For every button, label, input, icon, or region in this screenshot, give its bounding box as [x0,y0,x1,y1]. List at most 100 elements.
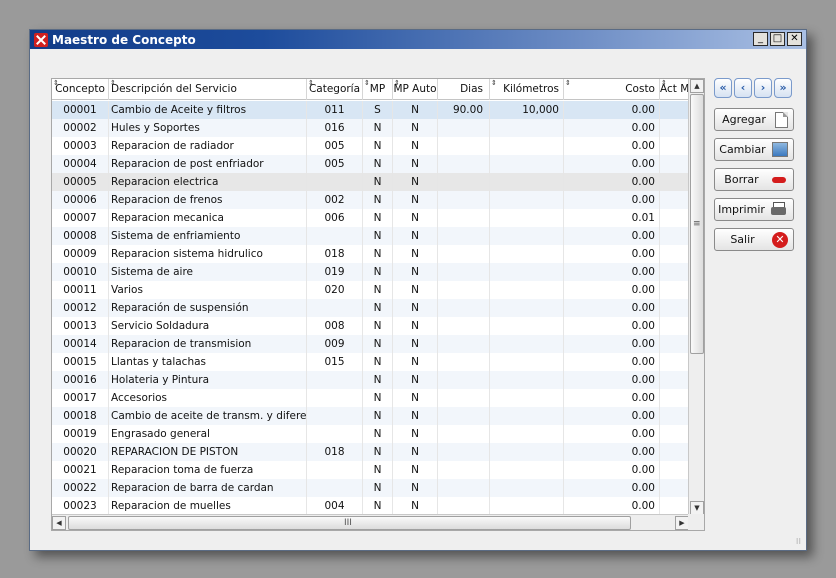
column-header-concepto[interactable]: ⇕ Concepto [52,79,109,100]
delete-button[interactable]: Borrar [714,168,794,191]
column-header-label: Concepto [55,83,105,95]
title-bar[interactable]: Maestro de Concepto _ □ ✕ [30,30,806,49]
cell-act-m [660,389,689,407]
table-row[interactable]: 00015 Llantas y talachas 015 N N 0.00 [52,353,689,371]
first-record-icon[interactable]: « [714,78,732,98]
column-header-categoria[interactable]: ⇕ Categoría [307,79,363,100]
cell-act-m [660,191,689,209]
cell-mp: N [363,155,393,173]
next-record-icon[interactable]: › [754,78,772,98]
horizontal-scroll-thumb[interactable]: III [68,516,631,530]
vertical-scroll-thumb[interactable]: ≡ [690,94,704,354]
cell-concepto: 00017 [52,389,109,407]
table-row[interactable]: 00004 Reparacion de post enfriador 005 N N 0.… [52,155,689,173]
table-row[interactable]: 00006 Reparacion de frenos 002 N N 0.00 [52,191,689,209]
concept-grid[interactable]: ⇕ Concepto ⇕ Descripción del Servicio ⇕ Categ… [51,78,705,531]
cell-concepto: 00013 [52,317,109,335]
cell-dias [438,353,490,371]
cell-kilometros [490,245,564,263]
printer-icon [770,201,788,218]
column-header-kilometros[interactable]: ⇕ Kilómetros [490,79,564,100]
table-row[interactable]: 00018 Cambio de aceite de transm. y difer… [52,407,689,425]
table-row[interactable]: 00012 Reparación de suspensión N N 0.00 [52,299,689,317]
cell-kilometros [490,317,564,335]
table-row[interactable]: 00019 Engrasado general N N 0.00 [52,425,689,443]
cell-costo: 0.00 [564,119,660,137]
table-row[interactable]: 00010 Sistema de aire 019 N N 0.00 [52,263,689,281]
column-header-mp[interactable]: ⇕ MP [363,79,393,100]
cell-kilometros [490,119,564,137]
vertical-scrollbar[interactable]: ▲ ≡ ▼ [688,79,704,515]
cell-dias [438,299,490,317]
grid-header: ⇕ Concepto ⇕ Descripción del Servicio ⇕ Categ… [52,79,689,100]
cell-mp: N [363,353,393,371]
cell-act-m [660,299,689,317]
horizontal-scrollbar[interactable]: ◀ III ▶ [52,514,689,530]
cell-costo: 0.00 [564,281,660,299]
table-row[interactable]: 00016 Holateria y Pintura N N 0.00 [52,371,689,389]
cell-concepto: 00021 [52,461,109,479]
cell-costo: 0.00 [564,425,660,443]
print-button[interactable]: Imprimir [714,198,794,221]
delete-button-label: Borrar [724,173,759,186]
table-row[interactable]: 00021 Reparacion toma de fuerza N N 0.00 [52,461,689,479]
sort-arrows-icon: ⇕ [394,79,400,87]
table-row[interactable]: 00020 REPARACION DE PISTON 018 N N 0.00 [52,443,689,461]
cell-costo: 0.00 [564,245,660,263]
cell-categoria [307,371,363,389]
table-row[interactable]: 00023 Reparacion de muelles 004 N N 0.00 [52,497,689,515]
add-button[interactable]: Agregar [714,108,794,131]
scroll-down-icon[interactable]: ▼ [690,501,704,515]
cell-descripcion: Reparacion mecanica [109,209,307,227]
scroll-right-icon[interactable]: ▶ [675,516,689,530]
scroll-left-icon[interactable]: ◀ [52,516,66,530]
column-header-act-m[interactable]: ⇕ Act M [660,79,689,100]
close-button[interactable]: ✕ [787,32,802,46]
scroll-corner [688,514,704,530]
column-header-mp-auto[interactable]: ⇕ MP Auto [393,79,438,100]
table-row[interactable]: 00009 Reparacion sistema hidrulico 018 N N 0.… [52,245,689,263]
exit-button[interactable]: Salir ✕ [714,228,794,251]
sort-arrows-icon: ⇕ [364,79,370,87]
column-header-costo[interactable]: ⇕ Costo [564,79,660,100]
cell-act-m [660,227,689,245]
cell-costo: 0.00 [564,263,660,281]
cell-act-m [660,209,689,227]
edit-button[interactable]: Cambiar [714,138,794,161]
column-header-dias[interactable]: Dias [438,79,490,100]
table-row[interactable]: 00008 Sistema de enfriamiento N N 0.00 [52,227,689,245]
table-row[interactable]: 00005 Reparacion electrica N N 0.00 [52,173,689,191]
column-header-label: Costo [625,83,655,95]
table-row[interactable]: 00003 Reparacion de radiador 005 N N 0.00 [52,137,689,155]
cell-kilometros [490,371,564,389]
cell-concepto: 00012 [52,299,109,317]
table-row[interactable]: 00022 Reparacion de barra de cardan N N 0.00 [52,479,689,497]
cell-costo: 0.00 [564,227,660,245]
cell-categoria [307,389,363,407]
column-header-descripcion[interactable]: ⇕ Descripción del Servicio [109,79,307,100]
table-row[interactable]: 00001 Cambio de Aceite y filtros 011 S N 90.0… [52,101,689,119]
cell-kilometros [490,209,564,227]
cell-descripcion: Reparacion de muelles [109,497,307,515]
last-record-icon[interactable]: » [774,78,792,98]
cell-descripcion: Reparacion de barra de cardan [109,479,307,497]
scroll-up-icon[interactable]: ▲ [690,79,704,93]
cell-categoria: 009 [307,335,363,353]
cell-mp: N [363,479,393,497]
resize-grip-icon[interactable]: ⁝⁝ [796,537,801,546]
cell-dias [438,407,490,425]
cell-act-m [660,155,689,173]
table-row[interactable]: 00017 Accesorios N N 0.00 [52,389,689,407]
cell-mp: S [363,101,393,119]
table-row[interactable]: 00007 Reparacion mecanica 006 N N 0.01 [52,209,689,227]
table-row[interactable]: 00013 Servicio Soldadura 008 N N 0.00 [52,317,689,335]
table-row[interactable]: 00014 Reparacion de transmision 009 N N 0.00 [52,335,689,353]
table-row[interactable]: 00011 Varios 020 N N 0.00 [52,281,689,299]
previous-record-icon[interactable]: ‹ [734,78,752,98]
cell-categoria: 005 [307,137,363,155]
maximize-button[interactable]: □ [770,32,785,46]
cell-descripcion: Holateria y Pintura [109,371,307,389]
table-row[interactable]: 00002 Hules y Soportes 016 N N 0.00 [52,119,689,137]
minimize-button[interactable]: _ [753,32,768,46]
cell-mp: N [363,371,393,389]
